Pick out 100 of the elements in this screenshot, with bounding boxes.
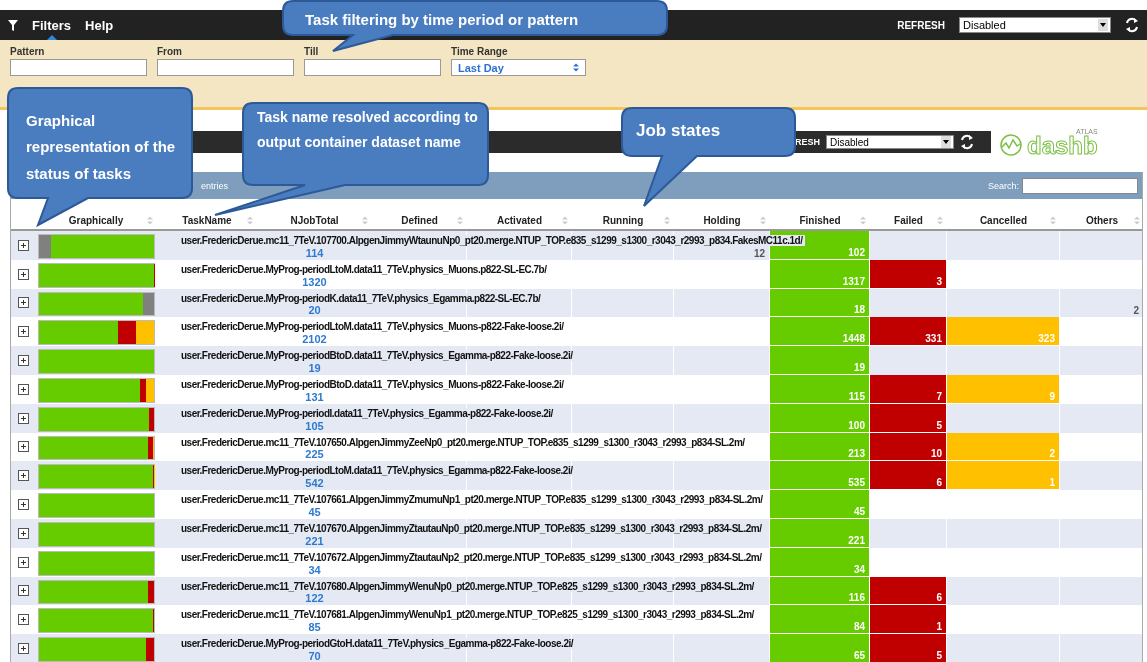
job-count: 323 [1038,333,1055,345]
column-header[interactable]: Defined [401,215,438,226]
entries-label: entries [201,180,228,191]
job-count: 102 [848,246,865,258]
task-name[interactable]: user.FredericDerue.mc11_7TeV.107670.AlpgenJimmyZtautauNp0_pt20.merge.NTUP_TOP.e835_s1299_s1300_r3043_r2993_p834-SL.2m/ [181,522,765,534]
refresh-icon[interactable] [960,134,974,150]
expand-icon[interactable] [17,239,29,251]
job-total[interactable]: 2102 [302,333,327,346]
task-name[interactable]: user.FredericDerue.MyProg-periodK.data11_7TeV.physics_Egamma.p822-SL-EC.7b/ [181,292,544,304]
column-header[interactable]: Activated [497,215,542,226]
task-name[interactable]: user.FredericDerue.mc11_7TeV.107650.AlpgenJimmyZeeNp0_pt20.merge.NTUP_TOP.e835_s1299_s1300_r3043_r2993_p834-SL.2m/ [181,436,748,448]
menu-tab[interactable]: Help [85,10,114,40]
job-total[interactable]: 225 [305,448,324,461]
job-total[interactable]: 122 [305,592,324,605]
refresh-label: REFRESH [897,19,945,31]
job-count: 45 [853,505,865,517]
expand-icon[interactable] [17,556,29,568]
callout-text: Graphical representation of the status of tasks [25,111,177,184]
expand-icon[interactable] [17,470,29,482]
expand-icon[interactable] [17,268,29,280]
callout-text: Task name resolved according to output container dataset name [256,108,479,152]
expand-icon[interactable] [17,499,29,511]
expand-icon[interactable] [17,412,29,424]
field-label: Till [304,46,320,57]
task-name[interactable]: user.FredericDerue.MyProg-periodBtoD.data11_7TeV.physics_Muons-p822-Fake-loose.2i/ [181,379,567,390]
task-name[interactable]: user.FredericDerue.MyProg-periodLtoM.data11_7TeV.physics_Muons.p822-SL-EC.7b/ [181,263,550,275]
job-count: 100 [848,419,865,431]
job-count: 5 [936,419,942,431]
search-label: Search: [987,180,1019,191]
job-count: 65 [853,649,865,661]
job-count: 6 [936,477,942,489]
task-name[interactable]: user.FredericDerue.mc11_7TeV.107700.AlpgenJimmyWtaunuNp0_pt20.merge.NTUP_TOP.e835_s1299_s1300_r3043_r2993_p834.FakesMC11c.1d/ [181,235,806,246]
task-name[interactable]: user.FredericDerue.mc11_7TeV.107680.AlpgenJimmyWenuNp0_pt20.merge.NTUP_TOP.e825_s1299_s1300_r3043_r2993_p834-SL.2m/ [181,580,757,592]
job-total[interactable]: 114 [305,246,324,259]
expand-icon[interactable] [17,355,29,367]
column-header[interactable]: Holding [703,215,741,226]
job-count: 1 [1049,477,1055,489]
job-total[interactable]: 221 [305,534,324,547]
job-total[interactable]: 542 [305,477,324,490]
job-count: 2 [1049,448,1055,460]
task-name[interactable]: user.FredericDerue.mc11_7TeV.107661.AlpgenJimmyZmumuNp1_pt20.merge.NTUP_TOP.e835_s1299_s1300_r3043_r2993_p834-SL.2m/ [181,494,766,506]
expand-icon[interactable] [17,585,29,597]
logo-text: dashb [1027,135,1098,156]
column-header[interactable]: Finished [799,215,841,226]
task-name[interactable]: user.FredericDerue.MyProg-periodLtoM.data11_7TeV.physics_Egamma-p822-Fake-loose.2i/ [181,465,576,477]
expand-icon[interactable] [17,643,29,655]
column-header[interactable]: NJobTotal [290,215,339,226]
task-name[interactable]: user.FredericDerue.MyProg-periodLtoM.data11_7TeV.physics_Muons-p822-Fake-loose.2i/ [181,321,567,333]
input-field[interactable] [304,59,441,76]
job-count: 1317 [842,275,865,287]
column-header[interactable]: Cancelled [979,215,1028,226]
column-header[interactable]: Running [602,215,644,226]
input-field[interactable] [10,59,147,76]
column-header[interactable]: Failed [894,215,923,226]
expand-icon[interactable] [17,441,29,453]
job-count: 116 [848,592,865,604]
task-name[interactable]: user.FredericDerue.mc11_7TeV.107681.AlpgenJimmyWenuNp1_pt20.merge.NTUP_TOP.e825_s1299_s1300_r3043_r2993_p834-SL.2m/ [181,609,757,621]
job-total[interactable]: 131 [305,390,324,403]
job-count: 7 [936,390,942,402]
job-total[interactable]: 20 [308,304,321,317]
refresh-select[interactable]: Disabled [959,17,1111,33]
job-total[interactable]: 70 [308,649,321,662]
updown-icon [573,63,579,72]
search-field[interactable] [1022,177,1138,194]
expand-icon[interactable] [17,614,29,626]
input-field[interactable] [157,59,294,76]
expand-icon[interactable] [17,527,29,539]
job-total[interactable]: 1320 [302,275,327,288]
job-total[interactable]: 105 [305,419,324,432]
field-label: Time Range [451,46,509,57]
task-name[interactable]: user.FredericDerue.MyProg-periodBtoD.data11_7TeV.physics_Egamma-p822-Fake-loose.2i/ [181,350,576,362]
job-count: 331 [925,333,942,345]
dropdown-icon [941,136,951,148]
expand-icon[interactable] [17,326,29,338]
job-count: 34 [853,563,865,575]
job-count: 2 [1133,305,1139,317]
field-label: Pattern [10,46,46,57]
job-count: 1448 [842,333,865,345]
task-name[interactable]: user.FredericDerue.mc11_7TeV.107672.AlpgenJimmyZtautauNp2_pt20.merge.NTUP_TOP.e835_s1299_s1300_r3043_r2993_p834-SL.2m/ [181,551,765,563]
refresh-icon[interactable] [1125,17,1139,33]
refresh-select[interactable]: Disabled [826,135,954,149]
time-range-select[interactable]: Last Day [451,59,586,76]
refresh-label: RESH [795,137,820,147]
task-name[interactable]: user.FredericDerue.MyProg-periodI.data11_7TeV.physics_Egamma-p822-Fake-loose.2i/ [181,407,556,419]
task-name[interactable]: user.FredericDerue.MyProg-periodGtoH.data11_7TeV.physics_Egamma-p822-Fake-loose.2i/ [181,638,576,650]
job-count: 10 [930,448,942,460]
expand-icon[interactable] [17,297,29,309]
expand-icon[interactable] [17,383,29,395]
column-header[interactable]: TaskName [182,215,232,226]
job-count: 213 [848,448,865,460]
callout-text: Job states [635,120,722,142]
job-total[interactable]: 34 [308,563,321,576]
job-total[interactable]: 45 [308,505,321,518]
job-count: 84 [853,621,865,633]
column-header[interactable]: Graphically [68,215,124,226]
job-count: 12 [753,247,765,259]
menu-tab[interactable]: Filters [32,10,71,40]
job-total[interactable]: 85 [308,621,321,634]
column-header[interactable]: Others [1085,215,1119,226]
job-total[interactable]: 19 [308,362,321,374]
